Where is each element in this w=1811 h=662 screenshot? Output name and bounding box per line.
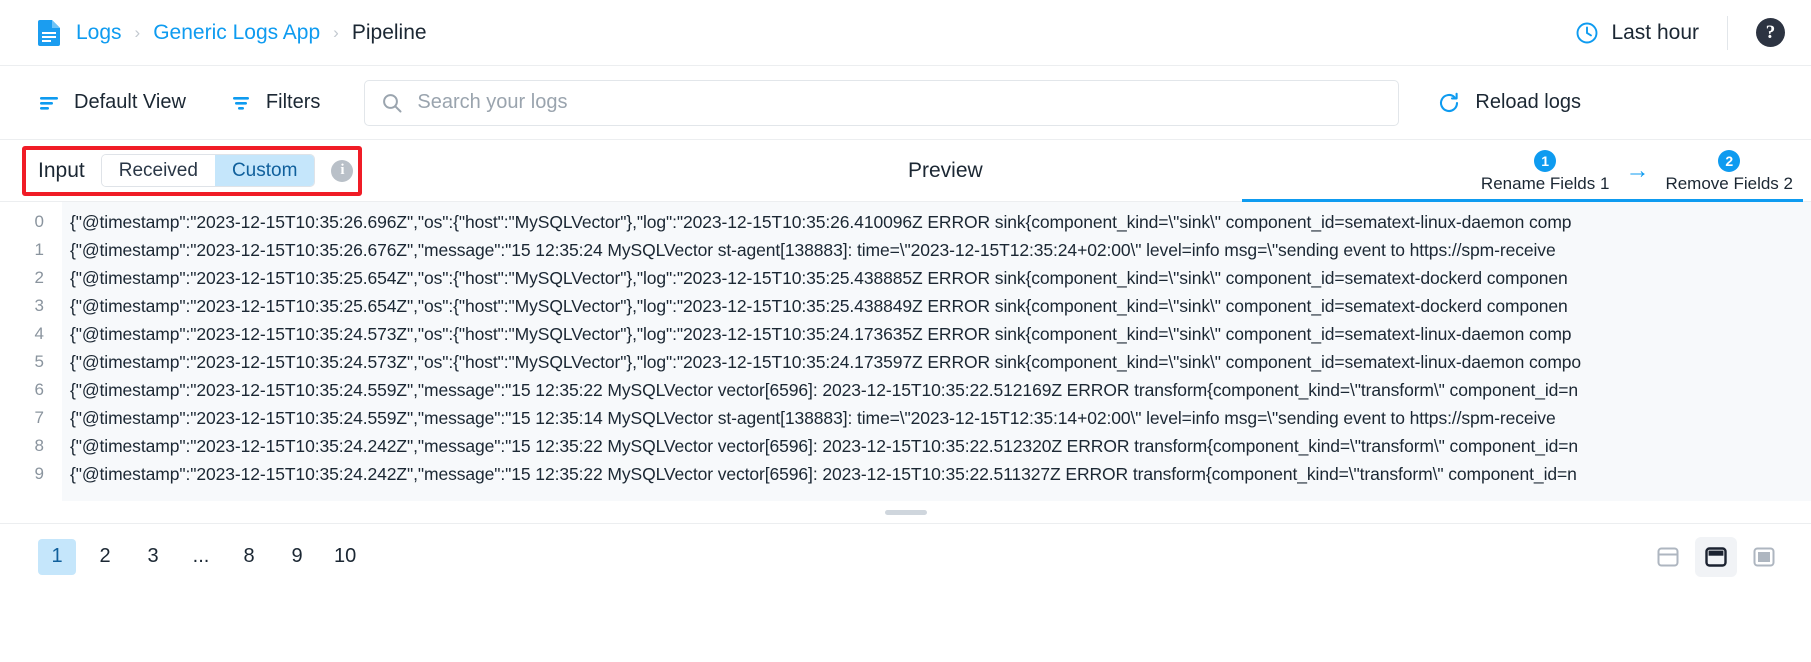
breadcrumb-separator: ›: [333, 23, 339, 42]
step-label-rename-fields: Rename Fields 1: [1480, 174, 1610, 193]
page-button-3[interactable]: 3: [134, 539, 172, 575]
layout-split-panel-button[interactable]: [1695, 536, 1737, 577]
log-line[interactable]: {"@timestamp":"2023-12-15T10:35:26.696Z"…: [62, 208, 1811, 236]
info-icon[interactable]: i: [331, 159, 354, 182]
search-box[interactable]: [364, 79, 1400, 126]
log-line[interactable]: {"@timestamp":"2023-12-15T10:35:25.654Z"…: [62, 264, 1811, 292]
log-line-number: 6: [34, 380, 44, 399]
pipeline-steps: 1 Rename Fields 1 → 2 Remove Fields 2: [1471, 150, 1803, 201]
log-line[interactable]: {"@timestamp":"2023-12-15T10:35:24.559Z"…: [62, 376, 1811, 404]
time-range-label: Last hour: [1611, 20, 1699, 44]
input-label: Input: [38, 158, 85, 182]
step-label-remove-fields: Remove Fields 2: [1665, 174, 1793, 193]
layout-full-panel-button[interactable]: [1743, 537, 1785, 577]
reload-logs-label: Reload logs: [1475, 91, 1581, 113]
pipeline-section-header: Input Received Custom i Preview 1 Rename…: [0, 140, 1811, 202]
breadcrumb-item-generic-logs-app[interactable]: Generic Logs App: [153, 21, 320, 45]
help-icon[interactable]: ?: [1756, 18, 1785, 47]
step-arrow-icon: →: [1625, 157, 1650, 184]
log-line[interactable]: {"@timestamp":"2023-12-15T10:35:24.573Z"…: [62, 348, 1811, 376]
log-line[interactable]: {"@timestamp":"2023-12-15T10:35:24.559Z"…: [62, 404, 1811, 432]
filters-button[interactable]: Filters: [230, 91, 320, 114]
logs-toolbar: Default View Filters Reload logs: [0, 66, 1811, 140]
footer-bar: 1 2 3 ... 8 9 10: [0, 523, 1811, 589]
log-line-number: 3: [34, 296, 44, 315]
log-line-number: 0: [34, 212, 44, 231]
log-lines-panel[interactable]: {"@timestamp":"2023-12-15T10:35:26.696Z"…: [62, 202, 1811, 501]
layout-top-panel-button[interactable]: [1647, 537, 1689, 577]
pipeline-step-remove-fields[interactable]: 2 Remove Fields 2: [1655, 150, 1803, 201]
log-line-number: 4: [34, 324, 44, 343]
filters-label: Filters: [265, 91, 321, 113]
panel-resize-handle[interactable]: [884, 509, 927, 515]
breadcrumb: Logs › Generic Logs App › Pipeline: [76, 21, 427, 45]
filter-icon: [232, 96, 249, 110]
input-source-received[interactable]: Received: [101, 155, 215, 186]
page-button-1[interactable]: 1: [38, 538, 76, 575]
page-button-10[interactable]: 10: [326, 539, 364, 575]
log-line[interactable]: {"@timestamp":"2023-12-15T10:35:26.676Z"…: [62, 236, 1811, 264]
top-breadcrumb-bar: Logs › Generic Logs App › Pipeline Last …: [0, 0, 1811, 66]
log-line-number: 1: [34, 240, 44, 259]
log-line[interactable]: {"@timestamp":"2023-12-15T10:35:24.242Z"…: [62, 460, 1811, 488]
log-preview-area: 0 1 2 3 4 5 6 7 8 9 {"@timestamp":"2023-…: [0, 202, 1811, 501]
time-range-picker[interactable]: Last hour: [1575, 21, 1699, 45]
page-button-2[interactable]: 2: [86, 539, 124, 575]
search-icon: [383, 93, 402, 112]
input-source-toggle[interactable]: Received Custom: [100, 154, 316, 187]
breadcrumb-item-logs[interactable]: Logs: [76, 21, 122, 45]
reload-icon: [1440, 92, 1459, 112]
preview-label: Preview: [908, 158, 983, 182]
breadcrumb-separator: ›: [134, 23, 141, 42]
top-bar-divider: [1727, 15, 1728, 50]
log-line[interactable]: {"@timestamp":"2023-12-15T10:35:25.654Z"…: [62, 292, 1811, 320]
step-badge-1: 1: [1534, 150, 1557, 172]
input-source-group: Input Received Custom i: [38, 154, 354, 187]
page-button-8[interactable]: 8: [230, 539, 268, 575]
layout-split-panel-icon: [1705, 546, 1727, 567]
step-badge-2: 2: [1718, 150, 1741, 172]
pagination: 1 2 3 ... 8 9 10: [38, 538, 374, 575]
search-input[interactable]: [417, 91, 1383, 114]
layout-top-panel-icon: [1657, 547, 1679, 566]
log-line-number: 2: [34, 268, 44, 287]
default-view-button[interactable]: Default View: [38, 91, 186, 114]
log-line[interactable]: {"@timestamp":"2023-12-15T10:35:24.573Z"…: [62, 320, 1811, 348]
log-line[interactable]: {"@timestamp":"2023-12-15T10:35:24.242Z"…: [62, 432, 1811, 460]
log-line-number: 8: [34, 436, 44, 455]
pipeline-step-rename-fields[interactable]: 1 Rename Fields 1: [1471, 150, 1620, 201]
breadcrumb-item-pipeline: Pipeline: [351, 20, 427, 44]
clock-icon: [1576, 22, 1598, 43]
list-view-icon: [40, 96, 58, 110]
reload-logs-button[interactable]: Reload logs: [1437, 91, 1581, 115]
log-line-number: 7: [34, 408, 44, 427]
layout-switcher: [1647, 536, 1785, 577]
page-button-9[interactable]: 9: [278, 539, 316, 575]
default-view-label: Default View: [74, 91, 186, 113]
log-line-number-gutter: 0 1 2 3 4 5 6 7 8 9: [0, 202, 62, 501]
page-ellipsis: ...: [192, 545, 210, 567]
document-icon: [38, 19, 60, 46]
panel-resize-strip: [0, 501, 1811, 523]
layout-full-panel-icon: [1753, 547, 1775, 566]
log-line-number: 9: [34, 464, 44, 483]
log-line-number: 5: [34, 352, 44, 371]
input-source-custom[interactable]: Custom: [214, 155, 315, 186]
top-bar-actions: Last hour ?: [1575, 15, 1785, 50]
